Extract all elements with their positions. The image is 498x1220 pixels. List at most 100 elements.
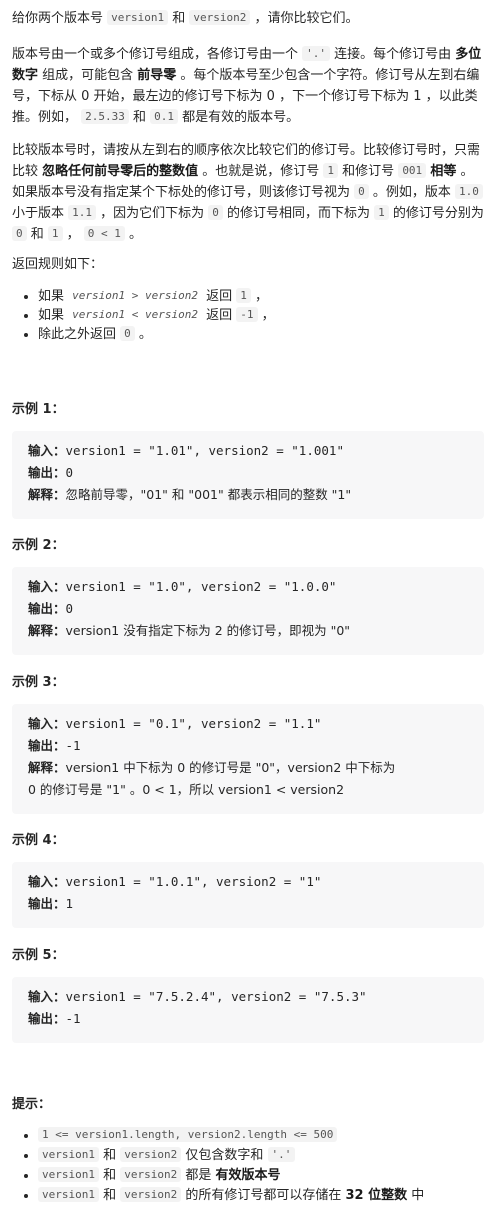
- example-title: 示例 2：: [12, 538, 65, 553]
- hint-text: 中: [407, 1188, 425, 1203]
- paragraph-text: 和: [128, 110, 151, 125]
- paragraph-text: 的修订号相同，而下标为: [222, 206, 375, 221]
- inline-code: '.': [267, 1147, 296, 1162]
- hints-list: 1 <= version1.length, version2.length <=…: [12, 1126, 424, 1206]
- inline-code: version1: [38, 1167, 99, 1182]
- example-output: 1: [65, 896, 74, 911]
- rules-list: 如果 version1 > version2 返回 1 ， 如果 version…: [12, 286, 275, 346]
- example-title: 示例 3：: [12, 675, 65, 690]
- rule-text: 返回: [201, 289, 237, 304]
- hints-title: 提示：: [12, 1097, 52, 1112]
- example-title: 示例 4：: [12, 833, 65, 848]
- example-block: 输入：version1 = "7.5.2.4", version2 = "7.5…: [12, 977, 484, 1043]
- output-label: 输出：: [28, 1011, 66, 1026]
- inline-code: 1.1: [68, 205, 97, 220]
- paragraph-text: 小于版本: [12, 206, 69, 221]
- input-label: 输入：: [28, 989, 66, 1004]
- output-label: 输出：: [28, 738, 66, 753]
- rule-text: ，: [257, 308, 275, 323]
- inline-code: version2: [189, 10, 251, 25]
- paragraph-text: 和: [26, 227, 48, 242]
- example-input: version1 = "1.0.1", version2 = "1": [65, 874, 322, 889]
- rule-item: 除此之外返回 0 。: [38, 324, 275, 346]
- example-block: 输入：version1 = "1.0", version2 = "1.0.0" …: [12, 567, 484, 655]
- inline-code: version2: [120, 1167, 182, 1182]
- explain-label: 解释：: [28, 760, 66, 775]
- paragraph-text: 。也就是说，修订号: [198, 164, 324, 179]
- example-output: 0: [65, 465, 74, 480]
- hint-item: 1 <= version1.length, version2.length <=…: [38, 1126, 424, 1146]
- intro-text: 和: [168, 11, 190, 26]
- input-label: 输入：: [28, 716, 66, 731]
- paragraph-text: 。例如，版本: [368, 185, 456, 200]
- inline-code: 0: [120, 326, 135, 341]
- inline-code: version2: [120, 1147, 182, 1162]
- example-explanation: version1 没有指定下标为 2 的修订号，即视为 "0": [65, 623, 351, 638]
- inline-code: -1: [236, 307, 258, 322]
- rule-text: 如果: [38, 289, 69, 304]
- bold-text: 前导零: [137, 68, 177, 83]
- example-block: 输入：version1 = "0.1", version2 = "1.1" 输出…: [12, 704, 484, 814]
- inline-code: 1: [47, 226, 63, 241]
- paragraph-text: 都是有效的版本号。: [178, 110, 300, 125]
- inline-code: 0 < 1: [83, 226, 125, 241]
- output-label: 输出：: [28, 465, 66, 480]
- rule-text: 。: [134, 327, 152, 342]
- bold-text: 忽略任何前导零后的整数值: [42, 164, 199, 179]
- inline-code: version1: [38, 1187, 99, 1202]
- hint-text: 仅包含数字和: [181, 1148, 268, 1163]
- inline-code: version1: [38, 1147, 99, 1162]
- inline-code: 001: [398, 163, 427, 178]
- inline-code: 0: [12, 226, 27, 241]
- example-block: 输入：version1 = "1.0.1", version2 = "1" 输出…: [12, 862, 484, 928]
- output-label: 输出：: [28, 896, 66, 911]
- rule-text: 如果: [38, 308, 69, 323]
- example-title: 示例 1：: [12, 402, 65, 417]
- example-input: version1 = "7.5.2.4", version2 = "7.5.3": [65, 989, 367, 1004]
- rule-text: 除此之外返回: [38, 327, 121, 342]
- example-output: 0: [65, 601, 74, 616]
- hint-text: 的所有修订号都可以存储在: [181, 1188, 346, 1203]
- hint-text: 和: [98, 1168, 121, 1183]
- inline-code: version2: [120, 1187, 182, 1202]
- example-explanation: 0 的修订号是 "1" 。0 < 1，所以 version1 < version…: [28, 782, 345, 797]
- inline-code: version1 > version2: [72, 289, 198, 302]
- paragraph-text: 的修订号分别为: [388, 206, 484, 221]
- example-output: -1: [65, 1011, 81, 1026]
- inline-code: 1: [374, 205, 389, 220]
- hint-item: version1 和 version2 都是 有效版本号: [38, 1166, 424, 1186]
- inline-code: 1 <= version1.length, version2.length <=…: [38, 1127, 338, 1142]
- inline-code: 1.0: [455, 184, 483, 199]
- hint-text: 和: [98, 1188, 121, 1203]
- paragraph-text: ，: [62, 227, 84, 242]
- paragraph-text: 连接。每个修订号由: [330, 47, 456, 62]
- inline-code: 0.1: [150, 109, 179, 124]
- hint-text: 都是: [181, 1168, 216, 1183]
- paragraph-text: 和修订号: [338, 164, 399, 179]
- explain-label: 解释：: [28, 623, 66, 638]
- hint-text: 和: [98, 1148, 121, 1163]
- inline-code: 2.5.33: [81, 109, 129, 124]
- example-input: version1 = "1.01", version2 = "1.001": [65, 443, 344, 458]
- inline-code: 0: [354, 184, 369, 199]
- example-explanation: 忽略前导零，"01" 和 "001" 都表示相同的整数 "1": [65, 487, 352, 502]
- bold-text: 相等: [430, 164, 457, 179]
- example-explanation: version1 中下标为 0 的修订号是 "0"，version2 中下标为: [65, 760, 396, 775]
- rule-text: ，: [250, 289, 269, 304]
- input-label: 输入：: [28, 443, 66, 458]
- hint-item: version1 和 version2 的所有修订号都可以存储在 32 位整数 …: [38, 1186, 424, 1206]
- paragraph-text: 版本号由一个或多个修订号组成，各修订号由一个: [12, 47, 303, 62]
- rule-text: 返回: [201, 308, 237, 323]
- inline-code: 1: [323, 163, 339, 178]
- output-label: 输出：: [28, 601, 66, 616]
- inline-code: 1: [236, 288, 251, 303]
- input-label: 输入：: [28, 874, 66, 889]
- inline-code: '.': [302, 46, 331, 61]
- input-label: 输入：: [28, 579, 66, 594]
- example-output: -1: [65, 738, 81, 753]
- intro-text: ，请你比较它们。: [250, 11, 359, 26]
- inline-code: version1 < version2: [72, 308, 198, 321]
- example-title: 示例 5：: [12, 948, 65, 963]
- inline-code: 0: [208, 205, 223, 220]
- comparison-paragraph: 比较版本号时，请按从左到右的顺序依次比较它们的修订号。比较修订号时，只需比较 忽…: [12, 140, 486, 245]
